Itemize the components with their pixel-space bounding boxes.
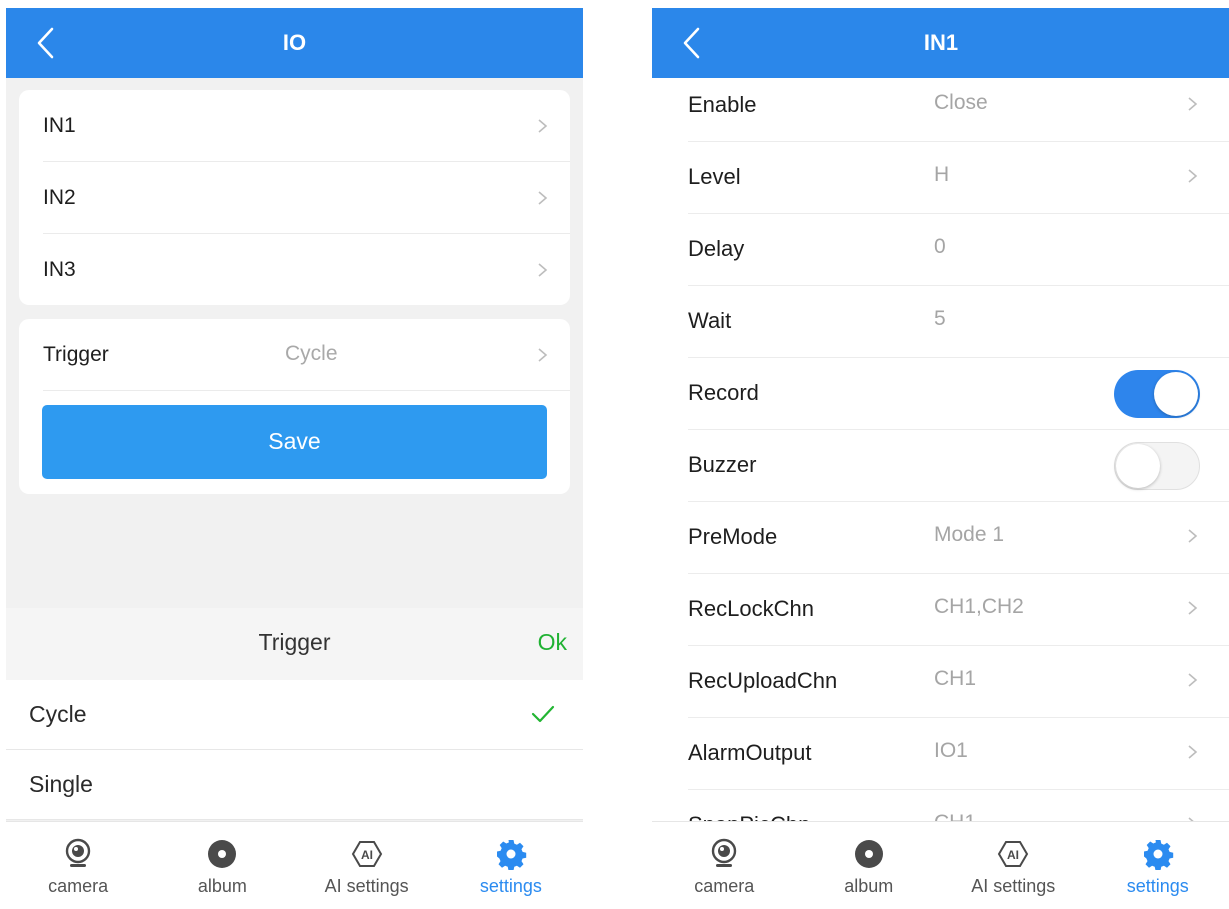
setting-value: CH1,CH2 xyxy=(934,595,1024,618)
tab-label: settings xyxy=(479,876,542,896)
chevron-right-icon xyxy=(1186,672,1200,688)
tab-label: AI settings xyxy=(324,876,409,896)
tab-label: settings xyxy=(1126,876,1189,896)
gear-icon xyxy=(495,838,527,871)
chevron-right-icon xyxy=(1186,96,1200,112)
option-single[interactable]: Single xyxy=(6,750,583,820)
buzzer-toggle[interactable] xyxy=(1114,442,1200,490)
setting-value[interactable]: 5 xyxy=(934,286,946,352)
setting-value: Close xyxy=(934,91,988,114)
save-button[interactable]: Save xyxy=(42,405,547,479)
ok-button[interactable]: Ok xyxy=(538,608,567,676)
list-item-in2[interactable]: IN2 xyxy=(43,162,570,234)
checkmark-icon xyxy=(531,704,555,724)
setting-row-reclockchn[interactable]: RecLockChn CH1,CH2 xyxy=(688,574,1229,646)
tab-ai-settings[interactable]: AI AI settings xyxy=(941,822,1086,909)
camera-icon xyxy=(708,838,740,870)
setting-row-level[interactable]: Level H xyxy=(688,142,1229,214)
chevron-right-icon xyxy=(1186,744,1200,760)
chevron-right-icon xyxy=(536,190,550,206)
option-cycle[interactable]: Cycle xyxy=(6,680,583,750)
svg-text:AI: AI xyxy=(1007,848,1019,862)
header-bar: IN1 xyxy=(652,8,1229,78)
option-label: Cycle xyxy=(29,701,87,727)
picker-title: Trigger xyxy=(258,629,331,655)
album-icon xyxy=(853,838,885,870)
list-item-label: IN1 xyxy=(43,114,76,137)
setting-label: Wait xyxy=(688,308,732,333)
setting-value: IO1 xyxy=(934,739,968,762)
picker-header: Trigger Ok xyxy=(6,608,583,680)
trigger-card: Trigger Cycle Save xyxy=(19,319,570,494)
trigger-row[interactable]: Trigger Cycle xyxy=(43,319,570,391)
picker-options: Cycle Single xyxy=(6,680,583,820)
chevron-right-icon xyxy=(536,347,550,363)
gear-icon xyxy=(1142,838,1174,871)
setting-row-delay[interactable]: Delay 0 xyxy=(688,214,1229,286)
setting-value: CH1 xyxy=(934,667,977,690)
tab-settings[interactable]: settings xyxy=(1086,822,1229,909)
tab-settings[interactable]: settings xyxy=(439,822,583,909)
record-toggle[interactable] xyxy=(1114,370,1200,418)
tab-bar: camera album AI AI settings settings xyxy=(652,821,1229,909)
list-item-in1[interactable]: IN1 xyxy=(43,90,570,162)
page-title: IN1 xyxy=(923,30,959,55)
setting-label: Record xyxy=(688,380,759,405)
setting-row-wait[interactable]: Wait 5 xyxy=(688,286,1229,358)
tab-camera[interactable]: camera xyxy=(652,822,797,909)
list-item-label: IN3 xyxy=(43,258,76,281)
io-screen: IO IN1 IN2 IN3 Trigger Cycle Save Trigge… xyxy=(6,8,583,909)
setting-label: RecLockChn xyxy=(688,596,814,621)
setting-value: Mode 1 xyxy=(934,523,1005,546)
list-item-in3[interactable]: IN3 xyxy=(43,234,570,306)
chevron-right-icon xyxy=(1186,600,1200,616)
setting-value[interactable]: 0 xyxy=(934,214,946,280)
setting-label: PreMode xyxy=(688,524,778,549)
toggle-knob xyxy=(1154,372,1198,416)
list-item-label: IN2 xyxy=(43,186,76,209)
setting-value: H xyxy=(934,163,950,186)
trigger-value: Cycle xyxy=(285,342,338,365)
setting-label: RecUploadChn xyxy=(688,668,838,693)
setting-label: Buzzer xyxy=(688,452,757,477)
trigger-label: Trigger xyxy=(43,343,109,366)
setting-row-premode[interactable]: PreMode Mode 1 xyxy=(688,502,1229,574)
toggle-knob xyxy=(1116,444,1160,488)
header-bar: IO xyxy=(6,8,583,78)
setting-row-record: Record xyxy=(688,358,1229,430)
tab-album[interactable]: album xyxy=(797,822,942,909)
page-title: IO xyxy=(282,30,307,55)
in1-screen: IN1 Enable Close Level H Delay 0 Wait 5 … xyxy=(652,8,1229,909)
album-icon xyxy=(206,838,238,870)
setting-label: Delay xyxy=(688,236,745,261)
setting-row-enable[interactable]: Enable Close xyxy=(688,70,1229,142)
ai-icon: AI xyxy=(997,838,1029,870)
chevron-right-icon xyxy=(536,118,550,134)
chevron-right-icon xyxy=(1186,528,1200,544)
chevron-right-icon xyxy=(1186,168,1200,184)
setting-label: Enable xyxy=(688,92,757,117)
tab-label: camera xyxy=(694,876,755,896)
tab-camera[interactable]: camera xyxy=(6,822,150,909)
tab-album[interactable]: album xyxy=(150,822,294,909)
tab-label: album xyxy=(197,876,247,896)
setting-row-buzzer: Buzzer xyxy=(688,430,1229,502)
tab-ai-settings[interactable]: AI AI settings xyxy=(295,822,439,909)
tab-bar: camera album AI AI settings settings xyxy=(6,821,583,909)
option-label: Single xyxy=(29,771,93,797)
input-list-card: IN1 IN2 IN3 xyxy=(19,90,570,305)
svg-text:AI: AI xyxy=(361,848,373,862)
setting-label: AlarmOutput xyxy=(688,740,812,765)
ai-icon: AI xyxy=(351,838,383,870)
chevron-right-icon xyxy=(536,262,550,278)
tab-label: album xyxy=(844,876,894,896)
tab-label: AI settings xyxy=(971,876,1056,896)
setting-row-recuploadchn[interactable]: RecUploadChn CH1 xyxy=(688,646,1229,718)
setting-row-alarmoutput[interactable]: AlarmOutput IO1 xyxy=(688,718,1229,790)
camera-icon xyxy=(62,838,94,870)
setting-label: Level xyxy=(688,164,741,189)
tab-label: camera xyxy=(48,876,109,896)
